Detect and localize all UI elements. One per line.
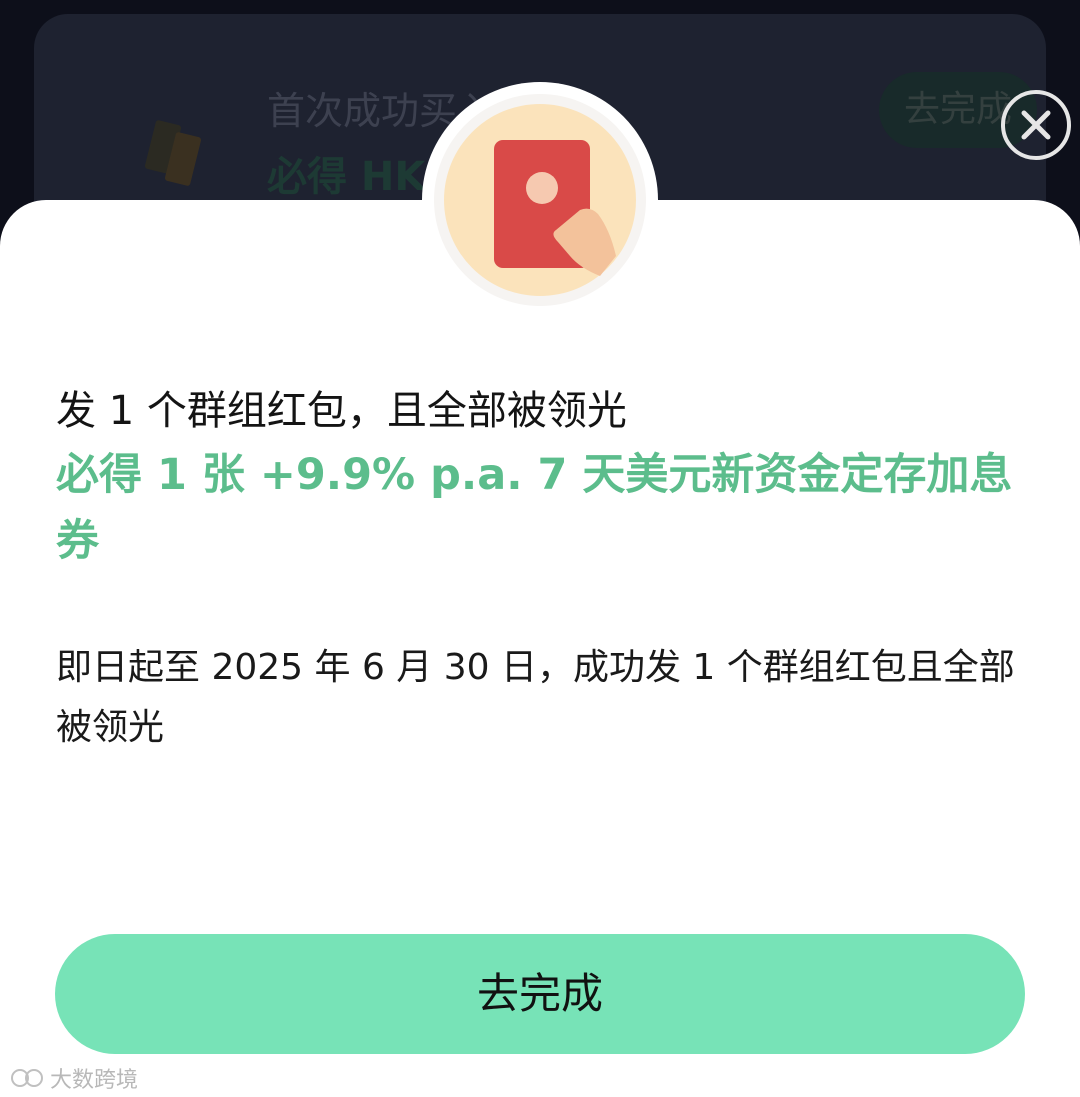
watermark: 大数跨境 (10, 1062, 138, 1094)
watermark-logo-icon (11, 1069, 43, 1087)
complete-button[interactable]: 去完成 (55, 934, 1025, 1054)
red-envelope-icon (422, 82, 658, 318)
close-icon[interactable] (1000, 89, 1072, 161)
task-headline: 发 1 个群组红包，且全部被领光 (56, 388, 627, 434)
watermark-text: 大数跨境 (50, 1068, 139, 1093)
task-reward: 必得 1 张 +9.9% p.a. 7 天美元新资金定存加息券 (56, 450, 1013, 566)
stock-thumbnail-icon (144, 120, 202, 186)
task-description: 即日起至 2025 年 6 月 30 日，成功发 1 个群组红包且全部被领光 (56, 647, 1015, 748)
